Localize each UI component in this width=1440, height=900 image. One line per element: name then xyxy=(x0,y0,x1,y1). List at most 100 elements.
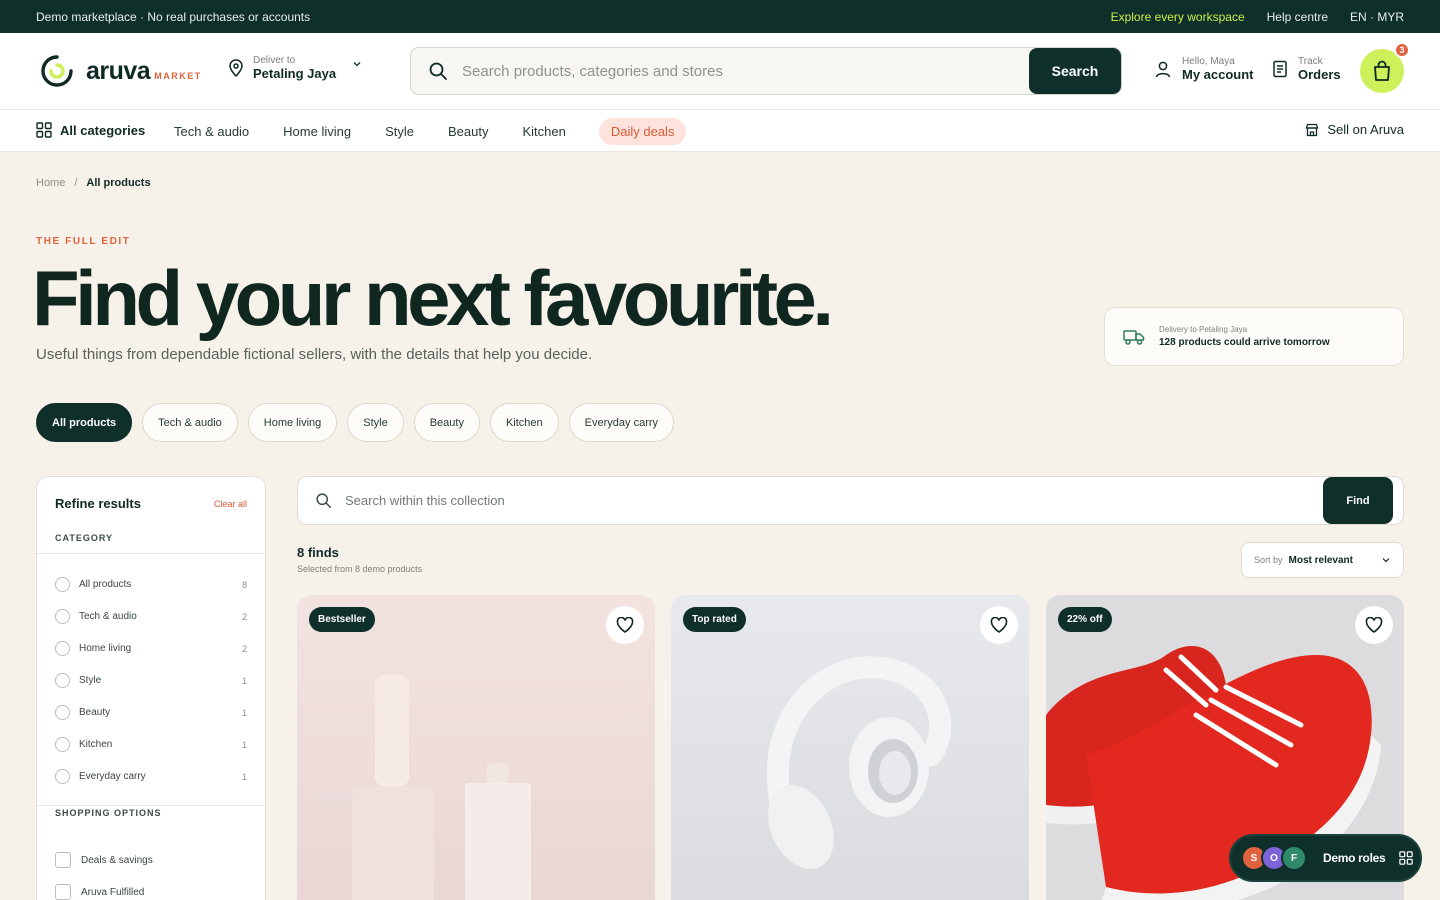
filter-option-count: 1 xyxy=(241,739,247,750)
filter-option-count: 2 xyxy=(241,611,247,622)
filter-option-label: Beauty xyxy=(79,707,111,718)
nav-item-daily-deals[interactable]: Daily deals xyxy=(598,117,687,145)
radio-button[interactable] xyxy=(55,609,70,624)
locale-selector[interactable]: EN · MYR xyxy=(1350,10,1404,24)
nav-item-kitchen[interactable]: Kitchen xyxy=(522,124,565,139)
filter-option[interactable]: Home living 2 xyxy=(55,641,247,656)
main-search-input[interactable] xyxy=(462,62,1029,80)
filter-option[interactable]: Style 1 xyxy=(55,673,247,688)
orders-value: Orders xyxy=(1298,67,1341,82)
radio-button[interactable] xyxy=(55,673,70,688)
breadcrumb-separator: / xyxy=(74,177,78,189)
filter-option-label: Home living xyxy=(79,643,132,654)
radio-button[interactable] xyxy=(55,769,70,784)
filter-sidebar: Refine results Clear all CATEGORY All pr… xyxy=(36,476,266,900)
help-centre-link[interactable]: Help centre xyxy=(1267,10,1328,24)
logo-wordmark: aruva xyxy=(86,56,151,85)
demo-notice: Demo marketplace · No real purchases or … xyxy=(36,9,311,24)
receipt-icon xyxy=(1273,60,1287,78)
radio-button[interactable] xyxy=(55,577,70,592)
shopping-option-label: Deals & savings xyxy=(81,854,153,866)
track-orders-link[interactable]: Track Orders xyxy=(1272,56,1341,82)
filter-option-count: 1 xyxy=(241,675,247,686)
wishlist-button[interactable] xyxy=(1355,606,1393,644)
checkbox[interactable] xyxy=(55,884,71,900)
wishlist-button[interactable] xyxy=(606,606,644,644)
heart-icon xyxy=(616,617,634,633)
chip-style[interactable]: Style xyxy=(347,403,404,442)
logo[interactable]: aruva MARKET xyxy=(40,54,202,88)
delivery-estimate-value: 128 products could arrive tomorrow xyxy=(1159,337,1330,348)
nav-item-style[interactable]: Style xyxy=(385,124,414,139)
product-image-headphones xyxy=(671,595,1029,900)
search-button[interactable]: Search xyxy=(1029,48,1121,94)
demo-roles-label: Demo roles xyxy=(1323,851,1386,865)
site-header: aruva MARKET Deliver to Petaling Jaya Se… xyxy=(0,33,1440,110)
collection-search-bar: Find xyxy=(297,476,1404,525)
avatar: F xyxy=(1281,845,1307,871)
breadcrumb-current: All products xyxy=(86,177,151,189)
category-nav: All categories Tech & audio Home living … xyxy=(0,110,1440,152)
filter-option-label: All products xyxy=(79,579,132,590)
collection-search-input[interactable] xyxy=(345,493,1323,508)
shopping-option[interactable]: Deals & savings xyxy=(55,852,247,868)
delivery-truck-icon xyxy=(1123,329,1145,345)
demo-roles-switcher[interactable]: S O F Demo roles xyxy=(1229,834,1422,882)
user-icon xyxy=(1155,61,1171,78)
account-menu[interactable]: Hello, Maya My account xyxy=(1154,56,1254,82)
breadcrumb-home[interactable]: Home xyxy=(36,177,65,189)
radio-button[interactable] xyxy=(55,705,70,720)
wishlist-button[interactable] xyxy=(980,606,1018,644)
radio-button[interactable] xyxy=(55,737,70,752)
nav-item-tech-audio[interactable]: Tech & audio xyxy=(174,124,249,139)
sell-on-aruva-link[interactable]: Sell on Aruva xyxy=(1305,122,1404,137)
deliver-to-selector[interactable]: Deliver to Petaling Jaya xyxy=(229,55,362,81)
nav-item-beauty[interactable]: Beauty xyxy=(448,124,488,139)
divider xyxy=(37,553,265,554)
results-count: 8 finds xyxy=(297,545,339,560)
nav-item-home-living[interactable]: Home living xyxy=(283,124,351,139)
product-card[interactable]: Top rated xyxy=(671,595,1029,900)
chip-home-living[interactable]: Home living xyxy=(247,403,338,442)
grid-icon xyxy=(1399,851,1414,865)
filter-option[interactable]: Tech & audio 2 xyxy=(55,609,247,624)
shopping-option[interactable]: Aruva Fulfilled xyxy=(55,884,247,900)
checkbox[interactable] xyxy=(55,852,71,868)
chip-all-products[interactable]: All products xyxy=(36,403,133,442)
filter-option-label: Kitchen xyxy=(79,739,113,750)
chip-beauty[interactable]: Beauty xyxy=(413,403,480,442)
filter-option[interactable]: Kitchen 1 xyxy=(55,737,247,752)
product-card[interactable]: Bestseller xyxy=(297,595,655,900)
explore-workspace-link[interactable]: Explore every workspace xyxy=(1111,10,1245,24)
clear-all-button[interactable]: Clear all xyxy=(214,499,247,509)
delivery-estimate-card: Delivery to Petaling Jaya 128 products c… xyxy=(1104,307,1404,366)
find-button[interactable]: Find xyxy=(1323,477,1393,524)
filter-option-label: Everyday carry xyxy=(79,771,146,782)
top-bar: Demo marketplace · No real purchases or … xyxy=(0,0,1440,33)
radio-button[interactable] xyxy=(55,641,70,656)
chip-tech-audio[interactable]: Tech & audio xyxy=(142,403,238,442)
product-image-bottles xyxy=(297,595,655,900)
delivery-estimate-label: Delivery to Petaling Jaya xyxy=(1159,325,1248,334)
results-count-subtitle: Selected from 8 demo products xyxy=(297,564,423,574)
logo-mark-icon xyxy=(41,55,73,87)
heart-icon xyxy=(990,617,1008,633)
chip-kitchen[interactable]: Kitchen xyxy=(489,403,559,442)
filter-option[interactable]: Everyday carry 1 xyxy=(55,769,247,784)
shopping-options-heading: SHOPPING OPTIONS xyxy=(55,808,162,818)
sort-dropdown[interactable]: Sort by Most relevant xyxy=(1241,542,1404,578)
filter-option[interactable]: Beauty 1 xyxy=(55,705,247,720)
all-categories-button[interactable]: All categories xyxy=(36,122,145,138)
product-tag: Top rated xyxy=(683,607,746,632)
cart-button[interactable]: 3 xyxy=(1360,42,1410,93)
chip-everyday-carry[interactable]: Everyday carry xyxy=(568,403,675,442)
logo-subtitle: MARKET xyxy=(154,71,202,81)
all-categories-label: All categories xyxy=(60,122,146,138)
page-title: Find your next favourite. xyxy=(32,254,834,342)
location-pin-icon xyxy=(229,59,243,77)
filter-option[interactable]: All products 8 xyxy=(55,577,247,592)
search-icon xyxy=(429,62,447,80)
divider xyxy=(37,805,265,806)
grid-icon xyxy=(36,122,52,138)
product-tag: Bestseller xyxy=(309,607,375,632)
